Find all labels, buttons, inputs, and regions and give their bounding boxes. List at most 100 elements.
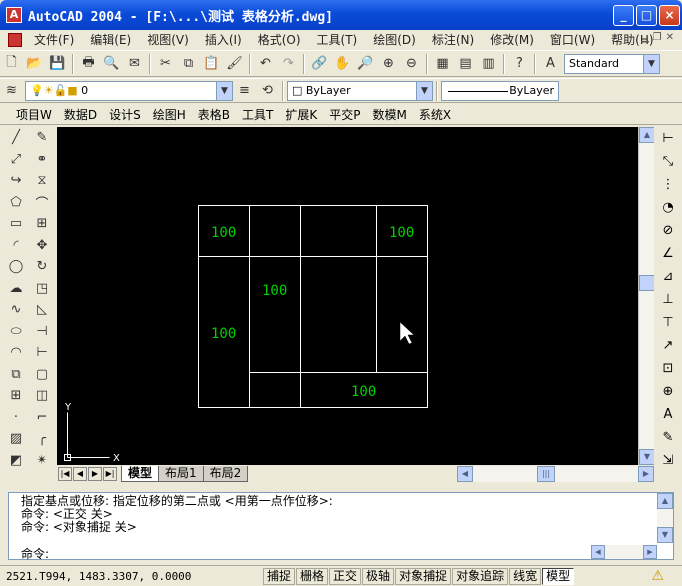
angular-dimension-icon[interactable]: ∠: [656, 242, 680, 265]
otrack-toggle[interactable]: 对象追踪: [452, 567, 509, 585]
erase-icon[interactable]: ✎: [30, 127, 54, 149]
tz-menu-draw[interactable]: 绘图H: [147, 106, 192, 123]
ellipse-icon[interactable]: ⬭: [4, 321, 28, 343]
chevron-down-icon[interactable]: ▼: [643, 54, 659, 73]
make-block-icon[interactable]: ⊞: [4, 385, 28, 407]
menu-insert[interactable]: 插入(I): [197, 31, 250, 48]
menu-tools[interactable]: 工具(T): [309, 31, 366, 48]
design-center-icon[interactable]: ▤: [455, 54, 476, 74]
drawing-vertical-scrollbar[interactable]: ▲ ▼: [638, 127, 655, 465]
chevron-down-icon[interactable]: ▼: [416, 81, 432, 100]
pan-icon[interactable]: ✋: [332, 54, 353, 74]
minimize-button[interactable]: _: [613, 5, 634, 26]
menu-file[interactable]: 文件(F): [26, 31, 82, 48]
continue-dimension-icon[interactable]: ⊤: [656, 311, 680, 334]
snap-toggle[interactable]: 捕捉: [263, 567, 296, 585]
quick-leader-icon[interactable]: ↗: [656, 334, 680, 357]
copy-icon[interactable]: ⧉: [178, 54, 199, 74]
tz-menu-design[interactable]: 设计S: [103, 106, 147, 123]
baseline-dimension-icon[interactable]: ⊥: [656, 288, 680, 311]
linear-dimension-icon[interactable]: ⊢: [656, 127, 680, 150]
rectangle-icon[interactable]: ▭: [4, 213, 28, 235]
command-horizontal-scrollbar[interactable]: ◀ ▶: [591, 545, 657, 559]
command-prompt[interactable]: 命令:: [21, 545, 49, 562]
fillet-icon[interactable]: ╭: [30, 428, 54, 450]
scroll-thumb[interactable]: |||: [537, 466, 555, 482]
zoom-window-icon[interactable]: ⊕: [378, 54, 399, 74]
radius-dimension-icon[interactable]: ◔: [656, 196, 680, 219]
color-dropdown[interactable]: □ ByLayer ▼: [287, 80, 433, 101]
new-file-icon[interactable]: 🗋: [1, 54, 22, 74]
tab-layout2[interactable]: 布局2: [202, 466, 249, 482]
cut-icon[interactable]: ✂: [155, 54, 176, 74]
tz-menu-tools[interactable]: 工具T: [236, 106, 279, 123]
break-icon[interactable]: ▢: [30, 364, 54, 386]
revision-cloud-icon[interactable]: ☁: [4, 278, 28, 300]
maximize-button[interactable]: □: [636, 5, 657, 26]
menu-view[interactable]: 视图(V): [139, 31, 197, 48]
help-icon[interactable]: ?: [509, 54, 530, 74]
chevron-down-icon[interactable]: ▼: [216, 81, 232, 100]
match-properties-icon[interactable]: 🖌: [224, 54, 245, 74]
extend-icon[interactable]: ⊢: [30, 342, 54, 364]
mdi-restore-icon[interactable]: ❐: [653, 32, 662, 43]
linetype-dropdown[interactable]: ByLayer: [441, 80, 559, 101]
save-icon[interactable]: 💾: [47, 54, 68, 74]
polygon-icon[interactable]: ⬠: [4, 192, 28, 214]
layer-dropdown[interactable]: 💡☀🔓■ 0 ▼: [25, 80, 233, 101]
communication-center-icon[interactable]: ⚠: [651, 568, 664, 584]
construction-line-icon[interactable]: ⤢: [4, 149, 28, 171]
redo-icon[interactable]: ↷: [278, 54, 299, 74]
offset-icon[interactable]: ⌒: [30, 192, 54, 214]
dimension-text-edit-icon[interactable]: ✎: [656, 426, 680, 449]
region-icon[interactable]: ◩: [4, 450, 28, 472]
insert-block-icon[interactable]: ⧉: [4, 364, 28, 386]
array-icon[interactable]: ⊞: [30, 213, 54, 235]
scroll-right-icon[interactable]: ▶: [643, 545, 657, 559]
polar-toggle[interactable]: 极轴: [362, 567, 395, 585]
circle-icon[interactable]: ◯: [4, 256, 28, 278]
trim-icon[interactable]: ⊣: [30, 321, 54, 343]
point-icon[interactable]: ·: [4, 407, 28, 429]
menu-format[interactable]: 格式(O): [250, 31, 309, 48]
scroll-down-icon[interactable]: ▼: [639, 449, 655, 465]
center-mark-icon[interactable]: ⊕: [656, 380, 680, 403]
move-icon[interactable]: ✥: [30, 235, 54, 257]
scroll-left-icon[interactable]: ◀: [591, 545, 605, 559]
tool-palettes-icon[interactable]: ▥: [478, 54, 499, 74]
publish-icon[interactable]: ✉: [124, 54, 145, 74]
print-preview-icon[interactable]: 🔍: [101, 54, 122, 74]
aligned-dimension-icon[interactable]: ⤡: [656, 150, 680, 173]
scroll-thumb[interactable]: [639, 275, 655, 291]
zoom-realtime-icon[interactable]: 🔎: [355, 54, 376, 74]
menu-window[interactable]: 窗口(W): [542, 31, 603, 48]
hatch-icon[interactable]: ▨: [4, 428, 28, 450]
ortho-toggle[interactable]: 正交: [329, 567, 362, 585]
dimension-edit-icon[interactable]: A: [656, 403, 680, 426]
menu-draw[interactable]: 绘图(D): [365, 31, 424, 48]
break-at-point-icon[interactable]: ◫: [30, 385, 54, 407]
next-tab-icon[interactable]: ▶: [88, 467, 102, 481]
tolerance-icon[interactable]: ⊡: [656, 357, 680, 380]
hyperlink-icon[interactable]: 🔗: [309, 54, 330, 74]
ellipse-arc-icon[interactable]: ◠: [4, 342, 28, 364]
tz-menu-extend[interactable]: 扩展K: [279, 106, 323, 123]
osnap-toggle[interactable]: 对象捕捉: [395, 567, 452, 585]
tz-menu-intersection[interactable]: 平交P: [323, 106, 366, 123]
polyline-icon[interactable]: ↪: [4, 170, 28, 192]
ordinate-dimension-icon[interactable]: ⋮: [656, 173, 680, 196]
scale-icon[interactable]: ◳: [30, 278, 54, 300]
command-vertical-scrollbar[interactable]: ▲ ▼: [657, 493, 673, 543]
drawing-area[interactable]: 100 100 100 100 100 Y X: [57, 127, 638, 465]
copy-object-icon[interactable]: ⚭: [30, 149, 54, 171]
properties-icon[interactable]: ▦: [432, 54, 453, 74]
open-file-icon[interactable]: 📂: [24, 54, 45, 74]
chamfer-icon[interactable]: ⌐: [30, 407, 54, 429]
tz-menu-dtm[interactable]: 数模M: [366, 106, 412, 123]
menu-modify[interactable]: 修改(M): [482, 31, 542, 48]
grid-toggle[interactable]: 栅格: [296, 567, 329, 585]
undo-icon[interactable]: ↶: [255, 54, 276, 74]
rotate-icon[interactable]: ↻: [30, 256, 54, 278]
tz-menu-system[interactable]: 系统X: [413, 106, 457, 123]
scroll-right-icon[interactable]: ▶: [638, 466, 654, 482]
